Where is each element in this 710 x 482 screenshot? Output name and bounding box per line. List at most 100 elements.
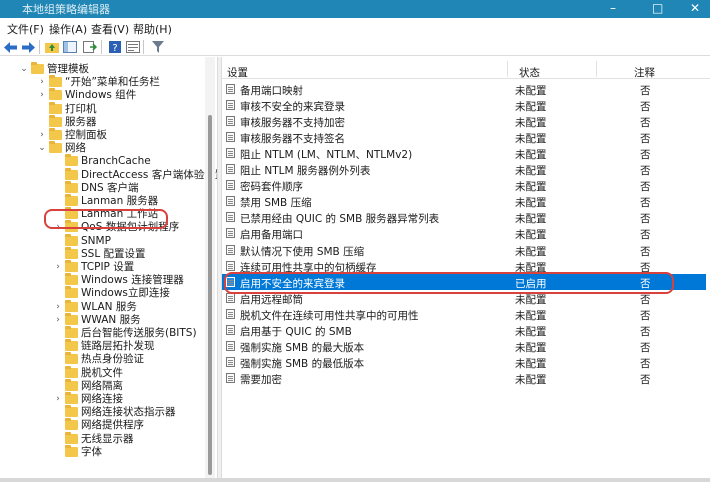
tree-item-label: 网络 [65,142,86,155]
folder-icon [65,167,78,180]
show-tree-button[interactable] [62,40,77,54]
folder-icon [65,431,78,444]
folder-icon [65,365,78,378]
tree-item[interactable]: 打印机 [0,101,217,116]
column-header-state[interactable]: 状态 [519,65,540,80]
column-separator[interactable] [596,61,597,77]
tree-item[interactable]: 脱机文件 [0,365,217,380]
table-row[interactable]: 审核不安全的来宾登录 未配置 否 [222,97,692,113]
filter-button[interactable] [150,40,165,54]
properties-button[interactable] [125,40,140,54]
chevron-right-icon[interactable]: › [53,301,63,314]
setting-state: 未配置 [515,165,547,178]
up-folder-button[interactable] [44,40,59,54]
tree-item[interactable]: › WLAN 服务 [0,299,217,314]
tree-item-label: “开始”菜单和任务栏 [65,76,160,89]
maximize-button[interactable]: □ [652,1,663,15]
chevron-down-icon[interactable]: ⌄ [19,63,29,76]
close-button[interactable]: ✕ [690,1,700,15]
forward-button[interactable] [21,40,36,54]
tree-item-label: 脱机文件 [81,366,123,379]
tree-item[interactable]: › 网络连接 [0,392,217,406]
tree-scrollbar[interactable] [205,57,215,478]
folder-icon [49,114,62,127]
table-row[interactable]: 强制实施 SMB 的最大版本 未配置 否 [222,338,692,354]
tree-item-label: BranchCache [81,155,151,168]
setting-state: 未配置 [515,309,547,322]
tree-scrollbar-thumb[interactable] [208,115,212,475]
setting-name: 审核服务器不支持签名 [240,133,345,146]
chevron-right-icon[interactable]: › [37,89,47,102]
table-row[interactable]: 强制实施 SMB 的最低版本 未配置 否 [222,354,692,370]
chevron-right-icon[interactable]: › [37,129,47,142]
tree-item[interactable]: › TCPIP 设置 [0,260,217,274]
tree-item[interactable]: › 控制面板 [0,128,217,142]
tree-item[interactable]: › “开始”菜单和任务栏 [0,75,217,89]
column-header-setting[interactable]: 设置 [227,65,248,80]
table-row[interactable]: 默认情况下使用 SMB 压缩 未配置 否 [222,242,692,258]
table-row[interactable]: 阻止 NTLM (LM、NTLM、NTLMv2) 未配置 否 [222,145,692,161]
table-row[interactable]: 密码套件顺序 未配置 否 [222,177,692,193]
table-row[interactable]: 审核服务器不支持加密 未配置 否 [222,113,692,129]
help-button[interactable]: ? [107,40,122,54]
menu-file[interactable]: 文件(F) [7,21,44,37]
tree-item[interactable]: SSL 配置设置 [0,246,217,261]
tree-item[interactable]: 服务器 [0,114,217,129]
setting-comment: 否 [640,181,651,194]
table-row[interactable]: 备用端口映射 未配置 否 [222,81,692,97]
tree-item[interactable]: DNS 客户端 [0,180,217,195]
tree-item[interactable]: Windows立即连接 [0,286,217,300]
chevron-right-icon[interactable]: › [53,261,63,274]
setting-comment: 否 [640,341,651,354]
policy-setting-icon [226,244,235,255]
tree-item[interactable]: 网络提供程序 [0,418,217,432]
setting-state: 未配置 [515,373,547,386]
table-row[interactable]: 阻止 NTLM 服务器例外列表 未配置 否 [222,161,692,177]
table-row[interactable]: 启用基于 QUIC 的 SMB 未配置 否 [222,322,692,338]
back-button[interactable] [3,40,18,54]
table-row[interactable]: 审核服务器不支持签名 未配置 否 [222,129,692,145]
chevron-right-icon[interactable]: › [53,393,63,406]
table-row[interactable]: 已禁用经由 QUIC 的 SMB 服务器异常列表 未配置 否 [222,209,692,225]
chevron-down-icon[interactable]: ⌄ [37,142,47,155]
setting-state: 未配置 [515,245,547,258]
column-separator[interactable] [507,61,508,77]
tree-item[interactable]: 热点身份验证 [0,352,217,366]
table-row[interactable]: 脱机文件在连续可用性共享中的可用性 未配置 否 [222,306,692,322]
table-row[interactable]: 需要加密 未配置 否 [222,370,692,386]
tree-item[interactable]: 链路层拓扑发现 [0,339,217,353]
menu-help[interactable]: 帮助(H) [133,21,172,37]
menu-view[interactable]: 查看(V) [91,21,129,37]
tree-item[interactable]: › WWAN 服务 [0,312,217,327]
tree-item[interactable]: 无线显示器 [0,431,217,446]
tree-item[interactable]: 后台智能传送服务(BITS) [0,326,217,340]
column-header-comment[interactable]: 注释 [634,65,655,80]
tree-item[interactable]: Lanman 服务器 [0,194,217,208]
minimize-button[interactable]: – [610,1,616,15]
tree-item-label: WWAN 服务 [81,313,141,326]
policy-setting-icon [226,372,235,383]
tree-item[interactable]: ⌄ 管理模板 [0,62,217,76]
menu-action[interactable]: 操作(A) [49,21,87,37]
chevron-right-icon[interactable]: › [53,314,63,327]
table-row[interactable]: 启用备用端口 未配置 否 [222,225,692,241]
setting-comment: 否 [640,165,651,178]
tree-item[interactable]: 网络隔离 [0,378,217,393]
chevron-right-icon[interactable]: › [37,76,47,89]
show-hide-tree-icon [62,41,77,53]
tree-item-label: Lanman 服务器 [81,195,159,207]
tree-item[interactable]: ⌄ 网络 [0,141,217,155]
tree-item[interactable]: Windows 连接管理器 [0,273,217,287]
tree-item[interactable]: › Windows 组件 [0,88,217,102]
tree-item[interactable]: 网络连接状态指示器 [0,405,217,419]
tree-item[interactable]: 字体 [0,444,217,459]
navigation-tree[interactable]: ⌄ 管理模板 › “开始”菜单和任务栏 › Windows 组件 打印机 服务器 › 控制面板 ⌄ 网… [0,57,217,478]
export-button[interactable] [82,40,97,54]
tree-item[interactable]: DirectAccess 客户端体验设置 [0,167,217,182]
tree-item[interactable]: BranchCache [0,154,217,168]
tree-item[interactable]: SNMP [0,233,217,248]
setting-name: 审核服务器不支持加密 [240,117,345,130]
table-row[interactable]: 禁用 SMB 压缩 未配置 否 [222,193,692,209]
